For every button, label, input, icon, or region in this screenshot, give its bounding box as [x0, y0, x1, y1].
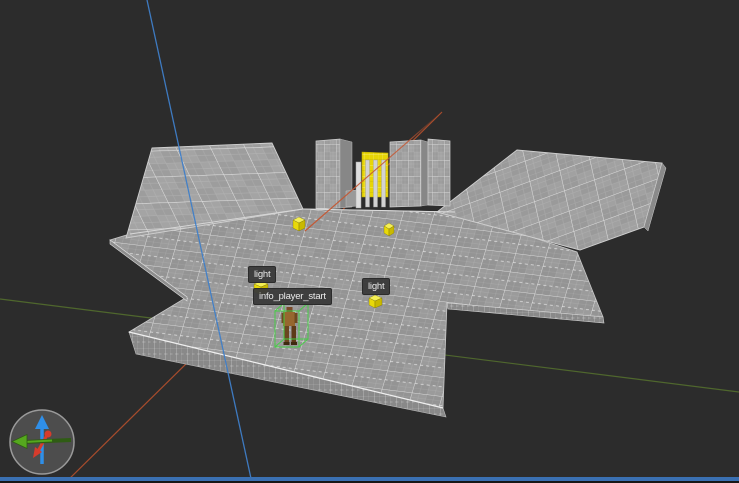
- orientation-compass: [9, 409, 75, 475]
- brush-wall-far-right[interactable]: [427, 138, 451, 207]
- brush-wall-right-front[interactable]: [389, 139, 422, 208]
- 3d-viewport[interactable]: light info_player_start light: [0, 0, 739, 483]
- brush-wall-left-front[interactable]: [315, 138, 341, 210]
- entity-label-light-1[interactable]: light: [248, 266, 277, 283]
- entity-label-light-2[interactable]: light: [362, 278, 391, 295]
- brush-thin-pillar-1[interactable]: [365, 159, 370, 208]
- light-entity-cube[interactable]: [368, 294, 383, 309]
- scene-canvas[interactable]: [0, 0, 739, 483]
- brush-thin-pillar-3[interactable]: [381, 159, 386, 208]
- light-entity-cube[interactable]: [383, 222, 395, 237]
- brush-thin-pillar-2[interactable]: [373, 159, 378, 208]
- entity-label-info-player-start[interactable]: info_player_start: [253, 288, 332, 305]
- brush-wall-right-side[interactable]: [420, 139, 429, 207]
- light-entity-cube[interactable]: [292, 216, 306, 232]
